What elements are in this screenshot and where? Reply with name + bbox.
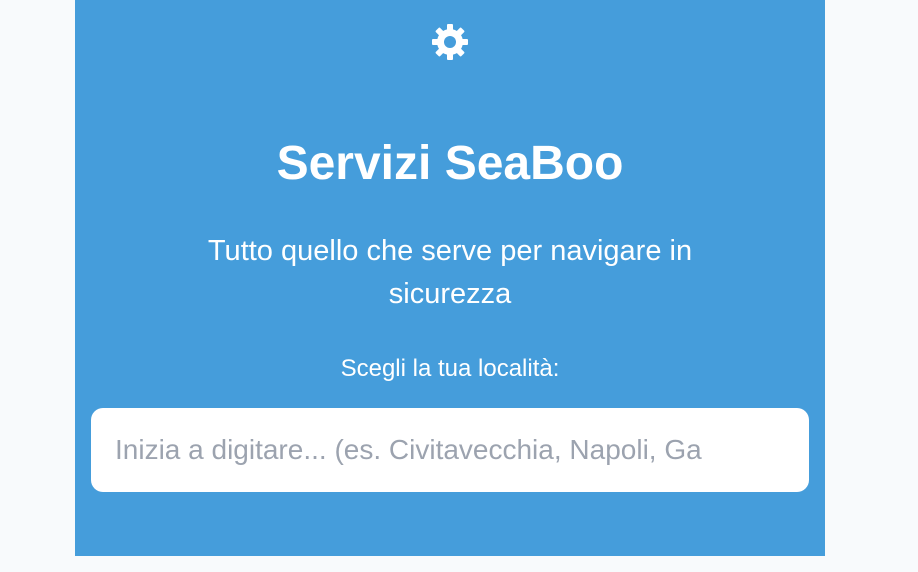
location-search-input[interactable] — [91, 408, 809, 492]
page-subtitle: Tutto quello che serve per navigare in s… — [207, 235, 693, 310]
page: Servizi SeaBoo Tutto quello che serve pe… — [0, 0, 918, 572]
services-hero-panel: Servizi SeaBoo Tutto quello che serve pe… — [75, 0, 825, 556]
page-title: Servizi SeaBoo — [276, 137, 624, 190]
gear-icon — [432, 24, 468, 60]
location-label: Scegli la tua località: — [340, 355, 560, 382]
